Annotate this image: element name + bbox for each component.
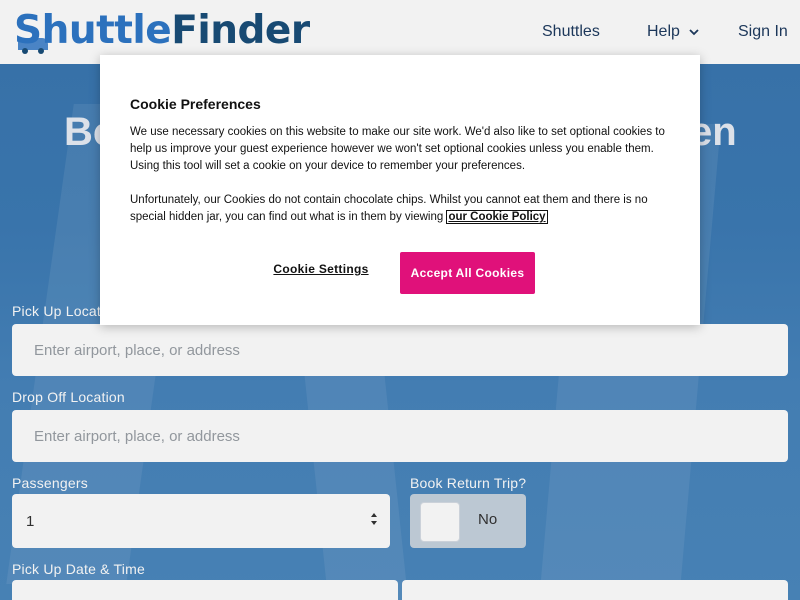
cookie-settings-button[interactable]: Cookie Settings (264, 262, 378, 280)
cookie-policy-link[interactable]: our Cookie Policy (446, 210, 548, 224)
dialog-title: Cookie Preferences (130, 96, 261, 112)
dialog-paragraph: We use necessary cookies on this website… (130, 126, 665, 172)
dialog-paragraph: Unfortunately, our Cookies do not contai… (130, 192, 675, 226)
cookie-preferences-dialog: Cookie Preferences We use necessary cook… (100, 55, 700, 325)
accept-all-cookies-button[interactable]: Accept All Cookies (400, 252, 535, 294)
dialog-paragraph-text: Unfortunately, our Cookies do not contai… (130, 194, 648, 223)
